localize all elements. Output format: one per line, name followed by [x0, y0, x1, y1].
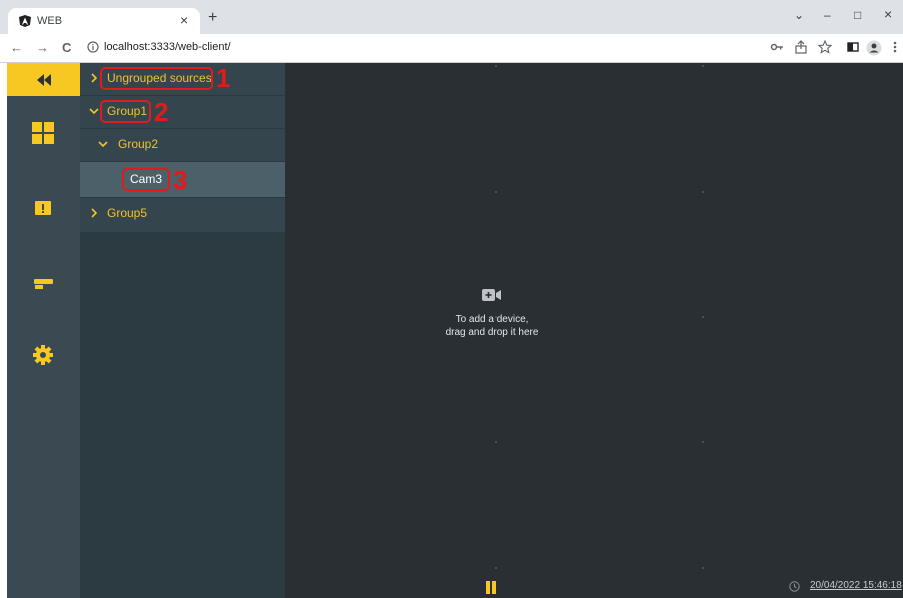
- annotation-number: 3: [173, 165, 188, 195]
- camera-icon[interactable]: [31, 271, 55, 295]
- tab-title: WEB: [37, 15, 63, 27]
- chevron-right-icon[interactable]: [88, 207, 100, 219]
- grid-marker: [702, 316, 704, 318]
- tree-item-ungrouped-sources[interactable]: Ungrouped sources 1: [80, 63, 285, 96]
- grid-marker: [495, 441, 497, 443]
- layout-icon[interactable]: [31, 121, 55, 145]
- clock-icon: [789, 581, 800, 592]
- tree-item-group2[interactable]: Group2: [80, 129, 285, 162]
- reload-icon[interactable]: C: [62, 40, 71, 55]
- video-grid-area[interactable]: To add a device, drag and drop it here 2…: [285, 63, 903, 598]
- grid-marker: [495, 65, 497, 67]
- tree-item-label: Group2: [118, 137, 159, 151]
- grid-marker: [495, 191, 497, 193]
- device-tree-panel: Ungrouped sources 1 Group1 2 Group2 Cam3…: [80, 63, 285, 598]
- minimize-icon[interactable]: –: [824, 8, 831, 22]
- tree-item-cam3[interactable]: Cam3 3: [80, 162, 285, 198]
- annotation-number: 2: [154, 97, 169, 127]
- datetime-link[interactable]: 20/04/2022 15:46:18: [810, 580, 902, 591]
- grid-marker: [702, 191, 704, 193]
- tab-search-icon[interactable]: ⌄: [794, 8, 804, 22]
- maximize-icon[interactable]: □: [854, 8, 861, 22]
- left-nav: [7, 63, 80, 598]
- collapse-panel-button[interactable]: [7, 63, 80, 96]
- angular-logo-icon: [19, 15, 31, 27]
- chevron-down-icon[interactable]: [97, 138, 109, 150]
- back-icon[interactable]: ←: [10, 40, 23, 55]
- annotation-number: 1: [216, 63, 231, 93]
- new-tab-icon[interactable]: +: [208, 9, 217, 27]
- grid-marker: [702, 441, 704, 443]
- alert-icon[interactable]: [31, 196, 55, 220]
- menu-icon[interactable]: [893, 40, 897, 54]
- tree-item-group5[interactable]: Group5: [80, 198, 285, 233]
- close-window-icon[interactable]: ×: [884, 6, 892, 22]
- chevron-right-icon[interactable]: [88, 72, 100, 84]
- grid-marker: [702, 567, 704, 569]
- annotation-box: [100, 100, 151, 123]
- empty-state-line: drag and drop it here: [445, 327, 539, 338]
- annotation-box: [122, 168, 170, 191]
- device-tree: Ungrouped sources 1 Group1 2 Group2 Cam3…: [80, 63, 285, 233]
- browser-tabbar: WEB × + ⌄ – □ ×: [0, 0, 903, 34]
- settings-icon[interactable]: [31, 343, 55, 367]
- share-icon[interactable]: [794, 40, 808, 54]
- chevron-down-icon[interactable]: [88, 105, 100, 117]
- site-info-icon[interactable]: [87, 41, 99, 53]
- key-icon[interactable]: [770, 40, 784, 54]
- sidebar-icon[interactable]: [846, 40, 860, 54]
- address-bar: ← → C localhost:3333/web-client/: [0, 34, 903, 63]
- grid-marker: [702, 65, 704, 67]
- app-container: Ungrouped sources 1 Group1 2 Group2 Cam3…: [7, 63, 903, 598]
- tree-item-label: Group5: [107, 206, 148, 220]
- pause-icon[interactable]: [485, 581, 497, 594]
- profile-icon[interactable]: [866, 40, 882, 56]
- grid-marker: [495, 567, 497, 569]
- empty-state-message: To add a device, drag and drop it here: [412, 313, 572, 339]
- empty-state-line: To add a device,: [455, 314, 529, 325]
- forward-icon[interactable]: →: [36, 40, 49, 55]
- tree-item-group1[interactable]: Group1 2: [80, 96, 285, 129]
- star-icon[interactable]: [818, 40, 832, 54]
- annotation-box: [100, 67, 213, 90]
- browser-tab[interactable]: WEB ×: [8, 8, 200, 34]
- url-field[interactable]: localhost:3333/web-client/: [104, 41, 231, 53]
- add-video-icon: [482, 289, 501, 301]
- double-chevron-left-icon: [36, 73, 51, 86]
- tab-close-icon[interactable]: ×: [180, 12, 188, 28]
